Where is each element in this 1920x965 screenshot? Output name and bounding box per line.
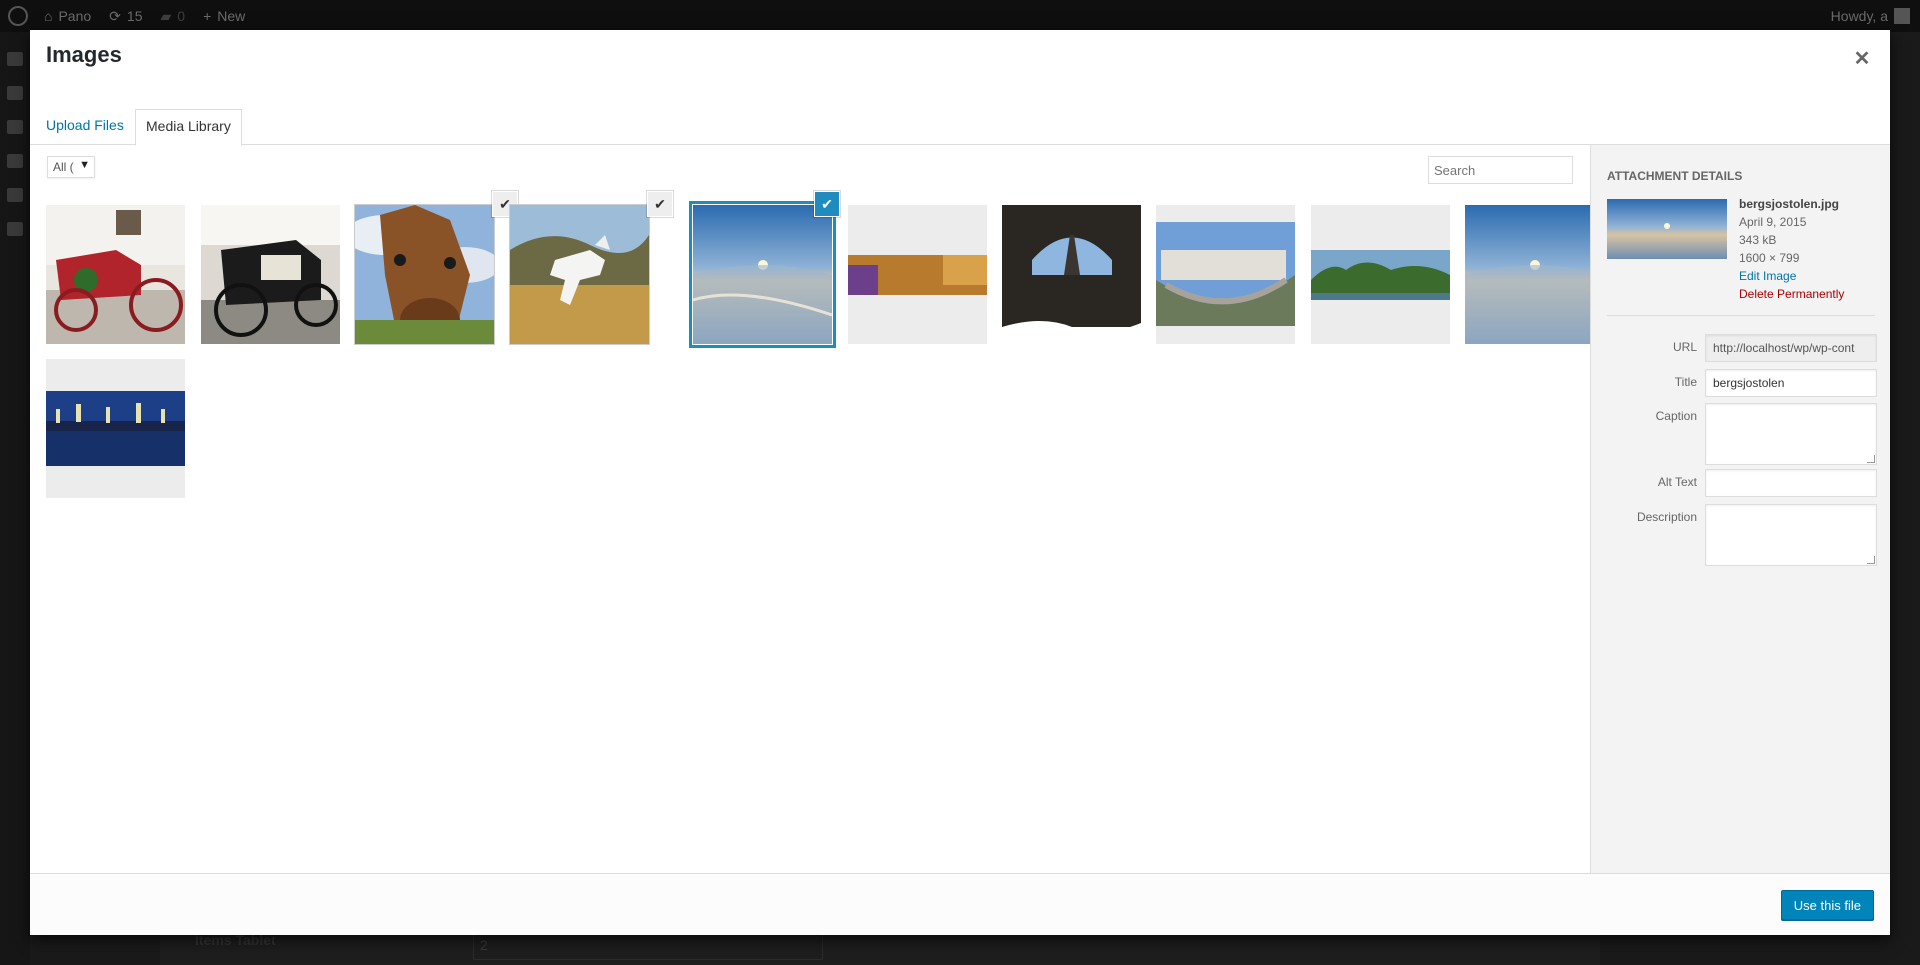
background-settings-row: Items Tablet 2 [160, 930, 1600, 965]
attachment-thumbnail[interactable] [848, 205, 987, 344]
river-panorama-image [1311, 205, 1450, 344]
street-panorama-image [1156, 205, 1295, 344]
url-field[interactable]: http://localhost/wp/wp-cont [1705, 334, 1877, 362]
alt-text-label: Alt Text [1657, 475, 1697, 489]
attachment-thumbnail[interactable] [693, 205, 832, 344]
attachment-details-panel: Attachment Details bergsjostolen.jpg Apr… [1590, 145, 1890, 900]
black-carriage-image [201, 205, 340, 344]
admin-side-menu [0, 32, 30, 965]
media-icon [7, 120, 23, 134]
bergsjostolen-preview-image [1607, 199, 1727, 259]
dropdown-arrow-icon: ▼ [79, 159, 90, 171]
media-router: Upload Files Media Library [30, 80, 1890, 146]
filename: bergsjostolen.jpg [1739, 197, 1840, 211]
updates-link[interactable]: ⟳ 15 [109, 8, 142, 25]
modal-title: Images [46, 42, 122, 67]
tunnel-eiffel-image [1002, 205, 1141, 344]
caption-label: Caption [1655, 409, 1697, 423]
checkmark-icon[interactable]: ✔ [815, 192, 839, 216]
howdy-label: Howdy, a [1830, 8, 1888, 24]
attachment-thumbnail[interactable] [509, 204, 650, 345]
caption-field[interactable] [1705, 403, 1877, 465]
new-label: New [217, 8, 246, 24]
media-toolbar: Use this file [30, 873, 1890, 935]
city-night-image [46, 359, 185, 498]
description-label: Description [1636, 510, 1697, 524]
wordpress-logo-icon[interactable] [8, 6, 28, 26]
attachment-thumbnail[interactable] [1156, 205, 1295, 344]
room-panorama-image [848, 205, 987, 344]
plus-icon: + [203, 8, 212, 24]
checkmark-icon[interactable]: ✔ [648, 192, 672, 216]
attachments-browser: All ( ▼ Search ✔ ✔ ✔ [30, 145, 1604, 900]
upload-date: April 9, 2015 [1739, 215, 1807, 229]
attachment-thumbnail[interactable] [1311, 205, 1450, 344]
media-filter-select[interactable]: All ( ▼ [47, 156, 95, 178]
media-modal: Images ✕ Upload Files Media Library All … [30, 30, 1890, 935]
attachment-thumbnail[interactable] [1002, 205, 1141, 344]
close-icon[interactable]: ✕ [1844, 40, 1880, 76]
site-name-link[interactable]: ⌂ Pano [44, 8, 91, 24]
details-heading: Attachment Details [1607, 169, 1743, 183]
account-menu[interactable]: Howdy, a [1831, 0, 1910, 32]
delete-permanently-link[interactable]: Delete Permanently [1739, 285, 1844, 303]
attachment-thumbnail[interactable] [46, 205, 185, 344]
site-name-label: Pano [58, 8, 92, 24]
image-dimensions: 1600 × 799 [1739, 251, 1800, 265]
file-size: 343 kB [1739, 233, 1777, 247]
filter-selected-value: All ( [53, 160, 74, 174]
divider [1607, 315, 1875, 316]
comment-icon: ▰ [160, 7, 172, 24]
white-horse-image [510, 205, 649, 344]
pin-icon [7, 86, 23, 100]
title-field[interactable]: bergsjostolen [1705, 369, 1877, 397]
url-label: URL [1672, 340, 1697, 354]
attachment-thumbnail[interactable] [354, 204, 495, 345]
pin-icon [7, 222, 23, 236]
comments-icon [7, 188, 23, 202]
updates-count: 15 [126, 8, 143, 24]
search-input[interactable] [1428, 156, 1573, 184]
bergsjostolen-copy-image [1465, 205, 1604, 344]
description-field[interactable] [1705, 504, 1877, 566]
avatar [1894, 8, 1910, 24]
comments-link[interactable]: ▰ 0 [160, 8, 185, 25]
alt-text-field[interactable] [1705, 469, 1877, 497]
red-carriage-image [46, 205, 185, 344]
home-icon: ⌂ [44, 8, 53, 24]
pages-icon [7, 154, 23, 168]
attachment-thumbnail[interactable] [1465, 205, 1604, 344]
tab-media-library[interactable]: Media Library [135, 109, 242, 146]
details-thumbnail [1607, 199, 1727, 259]
comments-count: 0 [177, 8, 186, 24]
admin-bar: ⌂ Pano ⟳ 15 ▰ 0 + New Howdy, a [0, 0, 1920, 32]
refresh-icon: ⟳ [109, 7, 121, 24]
tab-upload-files[interactable]: Upload Files [36, 109, 134, 146]
bergsjostolen-image [693, 205, 832, 344]
dashboard-icon [7, 52, 23, 66]
attachment-thumbnail[interactable] [201, 205, 340, 344]
use-this-file-button[interactable]: Use this file [1780, 890, 1874, 920]
details-info: bergsjostolen.jpg April 9, 2015 343 kB 1… [1739, 195, 1844, 303]
horse-closeup-image [355, 205, 494, 344]
edit-image-link[interactable]: Edit Image [1739, 267, 1844, 285]
new-content-link[interactable]: + New [203, 8, 245, 24]
title-label: Title [1674, 375, 1697, 389]
attachment-thumbnail[interactable] [46, 359, 185, 498]
